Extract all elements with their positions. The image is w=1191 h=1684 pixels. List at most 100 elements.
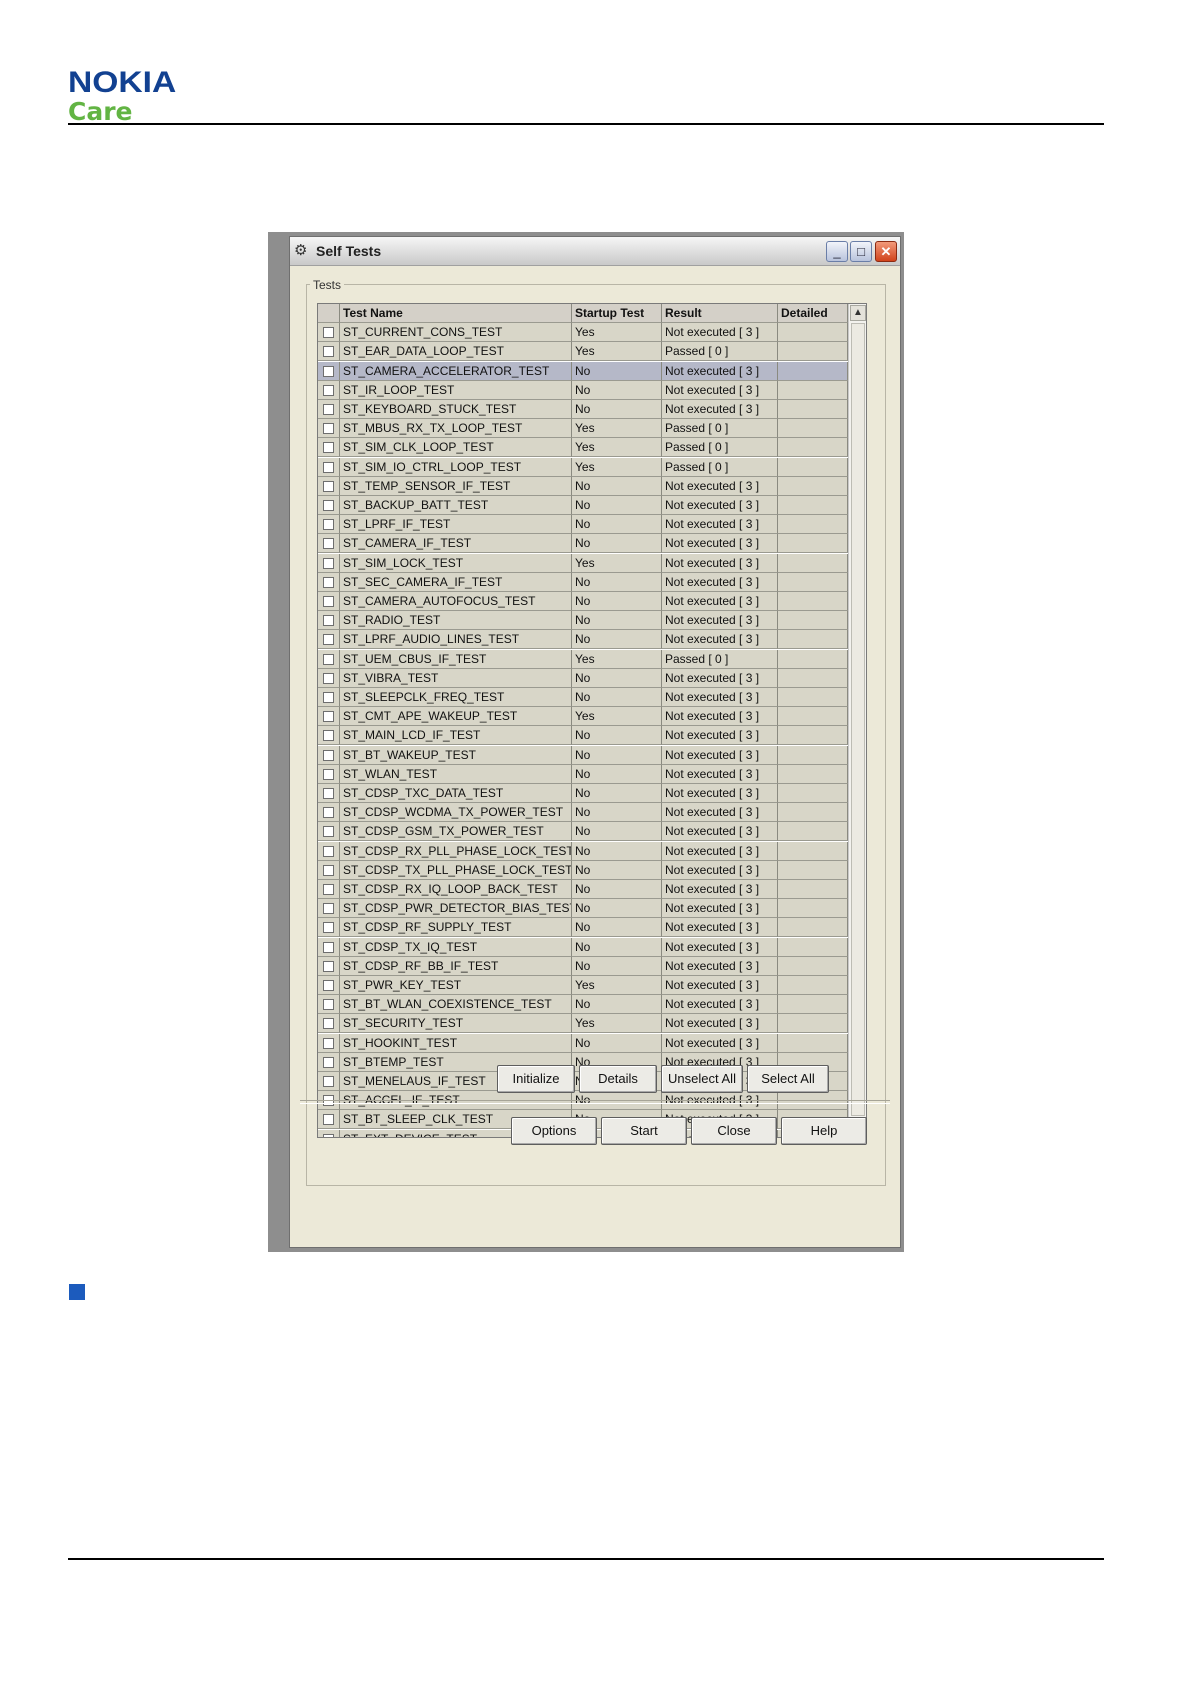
table-row[interactable]: ST_CDSP_RX_PLL_PHASE_LOCK_TEST No Not exec… [318,842,848,861]
row-checkbox[interactable] [323,730,334,741]
row-checkbox[interactable] [323,807,334,818]
options-button[interactable]: Options [511,1117,597,1145]
start-button[interactable]: Start [601,1117,687,1145]
table-row[interactable]: ST_WLAN_TEST No Not executed [ 3 ] [318,765,848,784]
table-row[interactable]: ST_HOOKINT_TEST No Not executed [ 3 ] [318,1034,848,1053]
row-checkbox[interactable] [323,538,334,549]
row-checkbox[interactable] [323,346,334,357]
row-checkbox[interactable] [323,711,334,722]
table-row[interactable]: ST_SIM_IO_CTRL_LOOP_TEST Yes Passed [ 0 ] [318,458,848,477]
row-checkbox[interactable] [323,654,334,665]
table-row[interactable]: ST_CAMERA_AUTOFOCUS_TEST No Not executed [… [318,592,848,611]
row-checkbox[interactable] [323,634,334,645]
row-checkbox[interactable] [323,519,334,530]
table-row[interactable]: ST_PWR_KEY_TEST Yes Not executed [ 3 ] [318,976,848,995]
table-row[interactable]: ST_SEC_CAMERA_IF_TEST No Not executed [ 3 … [318,573,848,592]
table-row[interactable]: ST_MAIN_LCD_IF_TEST No Not executed [ 3 ] [318,726,848,745]
row-checkbox[interactable] [323,826,334,837]
row-checkbox[interactable] [323,903,334,914]
row-checkbox[interactable] [323,481,334,492]
row-checkbox[interactable] [323,1057,334,1068]
table-row[interactable]: ST_UEM_CBUS_IF_TEST Yes Passed [ 0 ] [318,650,848,669]
tests-list[interactable]: Test Name Startup Test Result Detailed S… [317,303,867,1138]
row-checkbox[interactable] [323,922,334,933]
table-row[interactable]: ST_CDSP_TX_IQ_TEST No Not executed [ 3 ] [318,938,848,957]
row-checkbox[interactable] [323,404,334,415]
row-checkbox[interactable] [323,692,334,703]
table-row[interactable]: ST_TEMP_SENSOR_IF_TEST No Not executed [ 3… [318,477,848,496]
row-checkbox[interactable] [323,366,334,377]
title-bar[interactable]: ⚙ Self Tests _ □ ✕ [290,237,900,266]
table-row[interactable]: ST_BT_WAKEUP_TEST No Not executed [ 3 ] [318,746,848,765]
table-row[interactable]: ST_CAMERA_IF_TEST No Not executed [ 3 ] [318,534,848,553]
row-checkbox[interactable] [323,999,334,1010]
table-row[interactable]: ST_CDSP_GSM_TX_POWER_TEST No Not executed … [318,822,848,841]
table-row[interactable]: ST_EAR_DATA_LOOP_TEST Yes Passed [ 0 ] [318,342,848,361]
row-checkbox[interactable] [323,750,334,761]
minimize-button[interactable]: _ [826,241,848,262]
table-row[interactable]: ST_SIM_LOCK_TEST Yes Not executed [ 3 ] [318,554,848,573]
row-checkbox[interactable] [323,596,334,607]
row-checkbox[interactable] [323,1038,334,1049]
table-row[interactable]: ST_LPRF_IF_TEST No Not executed [ 3 ] [318,515,848,534]
row-checkbox[interactable] [323,846,334,857]
table-row[interactable]: ST_CMT_APE_WAKEUP_TEST Yes Not executed [ … [318,707,848,726]
close-window-button[interactable]: ✕ [875,241,897,262]
table-row[interactable]: ST_CAMERA_ACCELERATOR_TEST No Not executed… [318,362,848,381]
row-checkbox[interactable] [323,615,334,626]
table-row[interactable]: ST_CDSP_WCDMA_TX_POWER_TEST No Not execute… [318,803,848,822]
close-button[interactable]: Close [691,1117,777,1145]
table-row[interactable]: ST_CDSP_RX_IQ_LOOP_BACK_TEST No Not execut… [318,880,848,899]
row-checkbox[interactable] [323,961,334,972]
maximize-button[interactable]: □ [850,241,872,262]
row-checkbox[interactable] [323,327,334,338]
details-button[interactable]: Details [579,1065,657,1093]
col-test-name[interactable]: Test Name [340,304,572,323]
unselect-all-button[interactable]: Unselect All [661,1065,743,1093]
table-row[interactable]: ST_CURRENT_CONS_TEST Yes Not executed [ 3 … [318,323,848,342]
col-result[interactable]: Result [662,304,778,323]
select-all-button[interactable]: Select All [747,1065,829,1093]
row-checkbox[interactable] [323,500,334,511]
table-row[interactable]: ST_VIBRA_TEST No Not executed [ 3 ] [318,669,848,688]
row-checkbox[interactable] [323,423,334,434]
table-row[interactable]: ST_LPRF_AUDIO_LINES_TEST No Not executed [… [318,630,848,649]
table-row[interactable]: ST_BACKUP_BATT_TEST No Not executed [ 3 ] [318,496,848,515]
table-row[interactable]: ST_SECURITY_TEST Yes Not executed [ 3 ] [318,1014,848,1033]
table-row[interactable]: ST_RADIO_TEST No Not executed [ 3 ] [318,611,848,630]
row-checkbox[interactable] [323,942,334,953]
table-row[interactable]: ST_IR_LOOP_TEST No Not executed [ 3 ] [318,381,848,400]
scroll-up-icon[interactable]: ▲ [850,305,866,321]
col-detailed[interactable]: Detailed [778,304,848,323]
row-checkbox[interactable] [323,1018,334,1029]
table-row[interactable]: ST_SIM_CLK_LOOP_TEST Yes Passed [ 0 ] [318,438,848,457]
table-row[interactable]: ST_BT_WLAN_COEXISTENCE_TEST No Not execute… [318,995,848,1014]
row-checkbox[interactable] [323,1134,334,1137]
row-checkbox[interactable] [323,769,334,780]
table-row[interactable]: ST_CDSP_RF_SUPPLY_TEST No Not executed [ 3… [318,918,848,937]
table-row[interactable]: ST_CDSP_TXC_DATA_TEST No Not executed [ 3 … [318,784,848,803]
table-row[interactable]: ST_CDSP_PWR_DETECTOR_BIAS_TEST No Not exec… [318,899,848,918]
row-checkbox[interactable] [323,1114,334,1125]
table-row[interactable]: ST_CDSP_TX_PLL_PHASE_LOCK_TEST No Not exec… [318,861,848,880]
row-checkbox[interactable] [323,980,334,991]
row-checkbox[interactable] [323,1076,334,1087]
row-checkbox[interactable] [323,788,334,799]
row-checkbox[interactable] [323,558,334,569]
row-checkbox[interactable] [323,884,334,895]
row-checkbox[interactable] [323,577,334,588]
initialize-button[interactable]: Initialize [497,1065,575,1093]
col-startup-test[interactable]: Startup Test [572,304,662,323]
row-checkbox[interactable] [323,865,334,876]
scroll-thumb[interactable] [851,323,865,1116]
table-row[interactable]: ST_MBUS_RX_TX_LOOP_TEST Yes Passed [ 0 ] [318,419,848,438]
row-checkbox[interactable] [323,385,334,396]
vertical-scrollbar[interactable]: ▲ ▼ [848,304,866,1137]
row-checkbox[interactable] [323,462,334,473]
row-checkbox[interactable] [323,442,334,453]
row-checkbox[interactable] [323,673,334,684]
table-row[interactable]: ST_CDSP_RF_BB_IF_TEST No Not executed [ 3 … [318,957,848,976]
table-row[interactable]: ST_SLEEPCLK_FREQ_TEST No Not executed [ 3 … [318,688,848,707]
table-row[interactable]: ST_KEYBOARD_STUCK_TEST No Not executed [ 3… [318,400,848,419]
help-button[interactable]: Help [781,1117,867,1145]
